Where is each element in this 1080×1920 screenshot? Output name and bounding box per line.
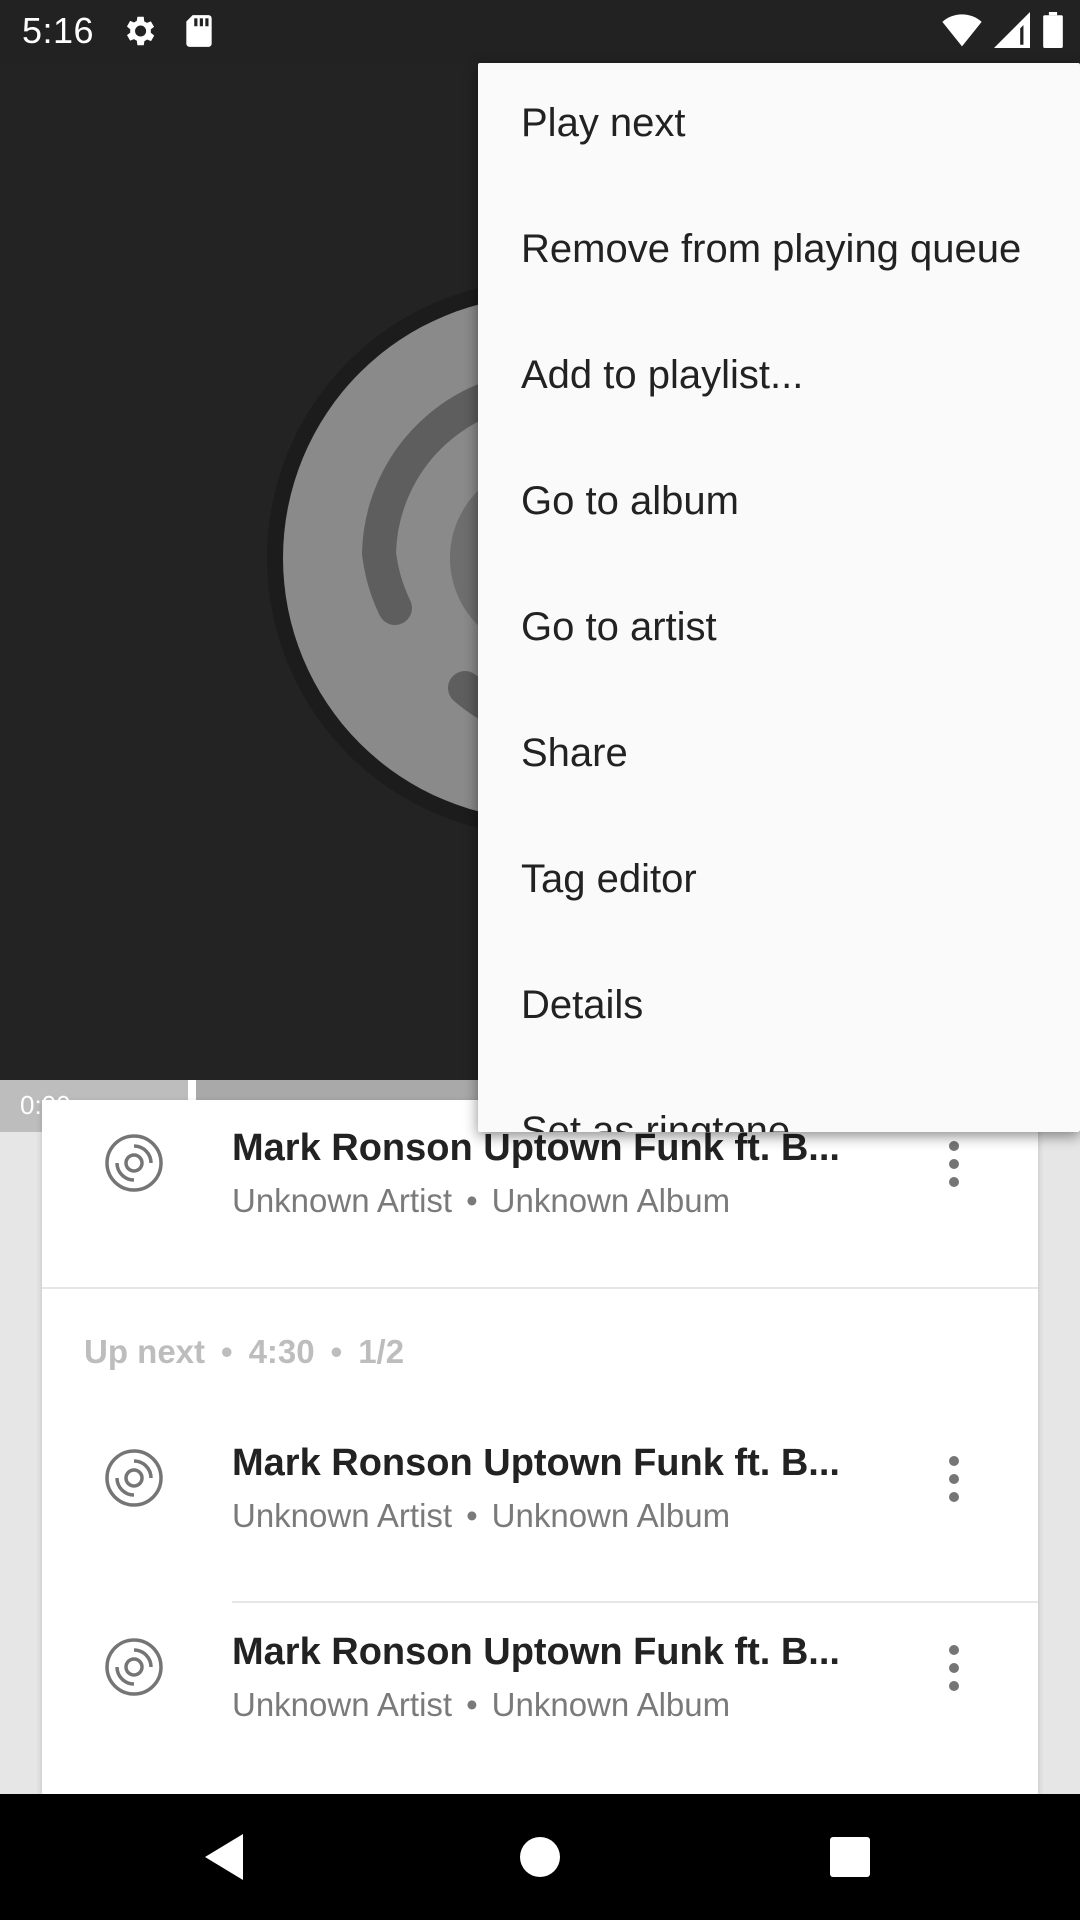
song-artist: Unknown Artist: [232, 1497, 453, 1534]
menu-item-go-to-album[interactable]: Go to album: [478, 441, 1080, 567]
battery-icon: [1043, 12, 1063, 48]
menu-item-label: Set as ringtone: [521, 1109, 791, 1132]
more-options-icon[interactable]: [942, 1644, 966, 1692]
menu-item-label: Share: [521, 731, 628, 775]
menu-item-set-as-ringtone[interactable]: Set as ringtone: [478, 1071, 1080, 1132]
menu-item-label: Tag editor: [521, 857, 697, 901]
disc-icon: [105, 1134, 163, 1192]
seek-bar-thumb[interactable]: [188, 1080, 196, 1102]
menu-item-label: Add to playlist...: [521, 353, 804, 397]
status-time: 5:16: [22, 10, 95, 51]
separator-dot: •: [330, 1333, 343, 1370]
wifi-icon: [942, 14, 982, 47]
up-next-label: Up next: [84, 1333, 206, 1370]
gear-icon: [126, 16, 155, 46]
current-time: 0:00: [20, 1090, 71, 1120]
more-options-icon[interactable]: [942, 1140, 966, 1188]
song-subtitle: Unknown Artist • Unknown Album: [232, 1497, 730, 1535]
menu-item-label: Go to artist: [521, 605, 717, 649]
recents-icon[interactable]: [817, 1824, 883, 1890]
sd-card-icon: [186, 15, 212, 47]
menu-item-label: Go to album: [521, 479, 739, 523]
menu-item-label: Details: [521, 983, 644, 1027]
playing-queue-card: Mark Ronson Uptown Funk ft. B... Unknown…: [42, 1100, 1038, 1794]
menu-item-add-to-playlist[interactable]: Add to playlist...: [478, 315, 1080, 441]
menu-item-remove-from-queue[interactable]: Remove from playing queue: [478, 189, 1080, 315]
menu-item-share[interactable]: Share: [478, 693, 1080, 819]
queue-row[interactable]: Mark Ronson Uptown Funk ft. B... Unknown…: [42, 1415, 1038, 1539]
song-title: Mark Ronson Uptown Funk ft. B...: [232, 1631, 840, 1673]
song-subtitle: Unknown Artist • Unknown Album: [232, 1182, 730, 1220]
back-icon[interactable]: [193, 1824, 259, 1890]
up-next-position: 1/2: [358, 1333, 405, 1370]
status-bar: 5:16: [0, 0, 1080, 63]
up-next-header: Up next • 4:30 • 1/2: [84, 1333, 404, 1371]
separator-dot: •: [466, 1182, 478, 1219]
song-artist: Unknown Artist: [232, 1182, 453, 1219]
disc-icon: [105, 1449, 163, 1507]
song-subtitle: Unknown Artist • Unknown Album: [232, 1686, 730, 1724]
cellular-signal-icon: [994, 12, 1030, 48]
song-album: Unknown Album: [491, 1497, 731, 1534]
song-artist: Unknown Artist: [232, 1686, 453, 1723]
divider: [232, 1601, 1038, 1603]
navigation-bar: [0, 1794, 1080, 1920]
more-options-icon[interactable]: [942, 1455, 966, 1503]
home-icon[interactable]: [507, 1824, 573, 1890]
song-album: Unknown Album: [491, 1182, 731, 1219]
song-album: Unknown Album: [491, 1686, 731, 1723]
separator-dot: •: [221, 1333, 233, 1370]
menu-item-label: Play next: [521, 101, 686, 145]
separator-dot: •: [466, 1497, 478, 1534]
queue-row[interactable]: Mark Ronson Uptown Funk ft. B... Unknown…: [42, 1604, 1038, 1728]
menu-item-go-to-artist[interactable]: Go to artist: [478, 567, 1080, 693]
song-title: Mark Ronson Uptown Funk ft. B...: [232, 1127, 840, 1169]
menu-item-tag-editor[interactable]: Tag editor: [478, 819, 1080, 945]
separator-dot: •: [466, 1686, 478, 1723]
song-title: Mark Ronson Uptown Funk ft. B...: [232, 1442, 840, 1484]
menu-item-label: Remove from playing queue: [521, 227, 1022, 271]
disc-icon: [105, 1638, 163, 1696]
divider: [42, 1287, 1038, 1289]
song-options-menu: Play next Remove from playing queue Add …: [478, 63, 1080, 1132]
up-next-duration: 4:30: [248, 1333, 315, 1370]
menu-item-play-next[interactable]: Play next: [478, 63, 1080, 189]
menu-item-details[interactable]: Details: [478, 945, 1080, 1071]
